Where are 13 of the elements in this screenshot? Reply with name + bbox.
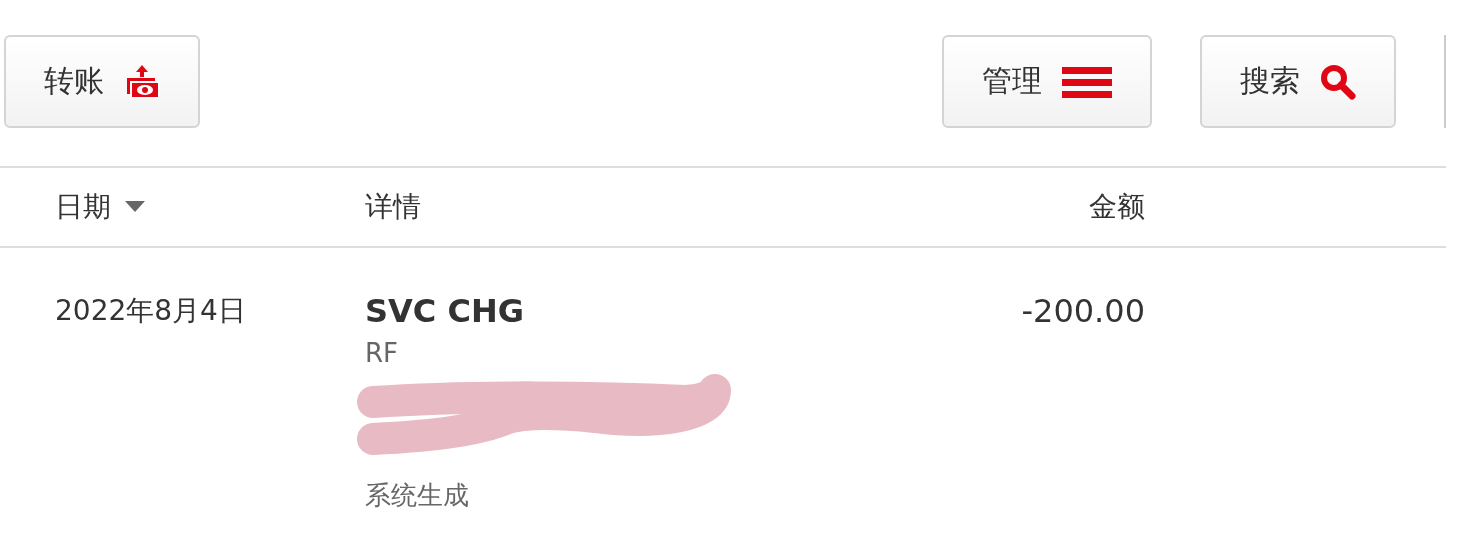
toolbar-button[interactable]: 管理	[942, 35, 1152, 128]
money-transfer-icon	[124, 63, 160, 100]
reference-text: RF	[365, 338, 399, 368]
date-cell: 2022年8月4日	[55, 294, 246, 327]
transaction-title: SVC CHG	[365, 292, 524, 330]
column-header[interactable]: 日期	[55, 188, 111, 226]
amount-cell-text: -200.00	[1021, 292, 1145, 332]
note-text: 系统生成	[365, 479, 469, 512]
toolbar-button[interactable]: 搜索	[1200, 35, 1396, 128]
search-icon	[1320, 63, 1356, 100]
toolbar-button[interactable]: 转账	[4, 35, 200, 128]
column-header[interactable]: 详情	[365, 188, 421, 226]
column-header[interactable]: 金额	[1089, 188, 1145, 226]
